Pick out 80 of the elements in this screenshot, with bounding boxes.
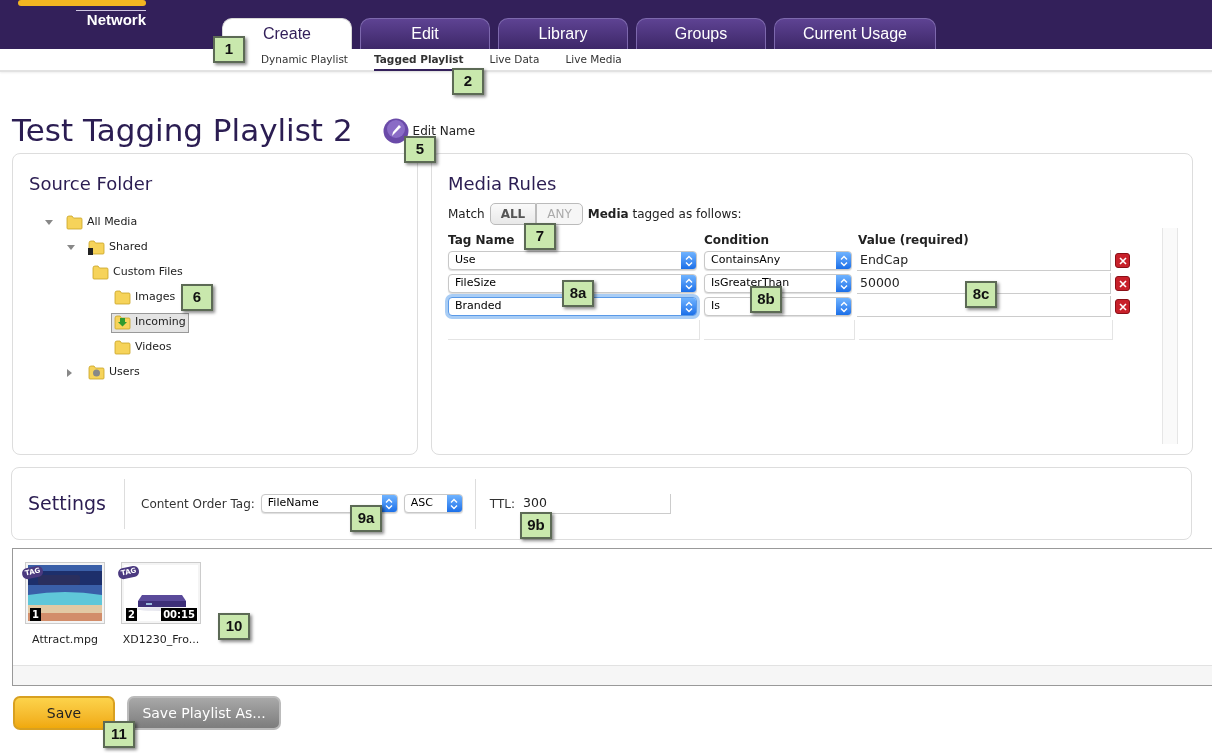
panel-title: Settings [27,491,107,517]
match-label: Match [448,206,485,223]
close-icon [1118,256,1127,265]
subnav-tab[interactable]: Live Media [565,47,622,72]
match-description: Media tagged as follows: [587,206,742,223]
column-header: Condition [704,233,769,247]
condition-select[interactable]: ContainsAny [704,251,852,270]
delete-button[interactable] [1115,276,1130,291]
index-badge: 1 [30,608,41,621]
subnav-tab[interactable]: Dynamic Playlist [261,47,348,72]
folder-icon [114,290,131,305]
pencil-icon [382,117,409,144]
callout-label: 9b [520,512,552,539]
nav-tab[interactable]: Current Usage [774,18,936,49]
stepper-icon [446,495,462,512]
callout-label: 8c [965,281,997,308]
order-direction-select[interactable]: ASC [403,494,463,513]
match-toggle[interactable]: ALL [489,203,537,225]
panel-title: Media Rules [448,172,558,196]
stepper-icon [836,252,851,269]
callout-label: 10 [218,613,250,640]
stepper-icon [681,252,696,269]
ttl-label: TTL: [489,495,515,513]
callout-label: 5 [404,136,436,163]
shared-folder-icon [88,240,105,255]
callout-label: 6 [181,284,213,311]
folder-item[interactable]: Shared [85,237,151,258]
collapse-arrow-icon[interactable] [67,368,73,377]
duration-badge: 00:15 [161,608,197,621]
tag-name-select[interactable]: Use [448,251,697,270]
logo-text: Network [86,11,146,29]
content-order-label: Content Order Tag: [141,495,255,513]
empty-tag-field[interactable] [448,320,700,340]
callout-label: 8a [562,280,594,307]
condition-select[interactable]: IsGreaterThan [704,274,852,293]
column-header: Value (required) [858,232,969,249]
panel-title: Source Folder [28,172,154,196]
delete-button[interactable] [1115,253,1130,268]
users-folder-icon [88,365,105,380]
callout-label: 1 [213,36,245,63]
folder-item[interactable]: Videos [111,337,175,358]
subnav-tab[interactable]: Live Data [489,47,540,72]
nav-tab[interactable]: Library [498,18,628,49]
nav-tab[interactable]: Edit [360,18,490,49]
folder-item[interactable]: All Media [63,212,141,233]
delete-button[interactable] [1115,299,1130,314]
nav-tab[interactable]: Groups [636,18,766,49]
folder-icon [114,340,131,355]
folder-icon [92,265,109,280]
folder-item[interactable]: Custom Files [89,262,186,283]
media-name: XD1230_Fro... [122,632,200,648]
download-folder-icon [114,315,131,330]
stepper-icon [381,495,397,512]
index-badge: 2 [126,608,137,621]
media-name: Attract.mpg [32,632,98,648]
logo-icon [18,0,146,8]
stepper-icon [836,275,851,292]
folder-item[interactable]: Images [111,287,179,308]
column-header: Tag Name [448,233,515,247]
callout-label: 8b [750,286,782,313]
stepper-icon [681,275,696,292]
folder-icon [66,215,83,230]
callout-label: 9a [350,505,382,532]
callout-label: 7 [524,223,556,250]
stepper-icon [681,298,696,315]
value-field[interactable]: EndCap [857,250,1111,271]
close-icon [1118,302,1127,311]
page-title: Test Tagging Playlist 2 [12,111,353,151]
empty-condition-field[interactable] [704,320,855,340]
tag-name-select[interactable]: Branded [448,297,697,316]
expand-arrow-icon[interactable] [45,219,53,226]
expand-arrow-icon[interactable] [67,244,75,251]
save-button[interactable]: Save [13,696,115,730]
folder-item[interactable]: Incoming [111,312,189,333]
order-tag-select[interactable]: FileName [260,494,398,513]
callout-label: 2 [452,68,484,95]
close-icon [1118,279,1127,288]
folder-item[interactable]: Users [85,362,143,383]
empty-value-field[interactable] [859,320,1113,340]
callout-label: 11 [103,721,135,748]
